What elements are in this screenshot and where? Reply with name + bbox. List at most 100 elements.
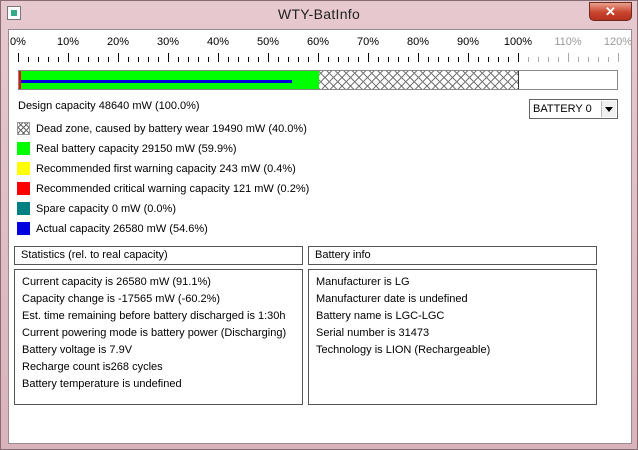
scale-tick — [338, 57, 339, 62]
battery-select-value: BATTERY 0 — [533, 103, 592, 115]
scale-tick — [318, 53, 319, 62]
battery-info-line: Battery name is LGC-LGC — [316, 310, 445, 322]
scale-tick — [88, 57, 89, 62]
percentage-scale: 0% 10% 20% 30% 40% 50% 60% 70% 80% 90% 100% 110% 120… — [9, 30, 632, 62]
statistics-header: Statistics (rel. to real capacity) — [14, 246, 303, 265]
dead-zone-segment — [318, 71, 519, 89]
scale-label: 80% — [406, 36, 430, 48]
capacity-bar — [18, 70, 618, 90]
battery-info-panel: Manufacturer is LG Manufacturer date is u… — [308, 269, 597, 405]
client-area: 0% 10% 20% 30% 40% 50% 60% 70% 80% 90% 100% 110% 120… — [8, 29, 632, 444]
scale-label: 110% — [554, 36, 582, 48]
scale-tick — [218, 53, 219, 62]
statistics-line: Battery temperature is undefined — [22, 378, 182, 390]
scale-tick — [58, 57, 59, 62]
scale-label: 90% — [456, 36, 480, 48]
scale-tick — [358, 57, 359, 62]
window-title: WTY-BatInfo — [277, 6, 361, 22]
scale-tick — [78, 57, 79, 62]
scale-tick — [368, 53, 369, 62]
scale-label: 10% — [56, 36, 80, 48]
scale-tick — [518, 53, 519, 62]
scale-label: 30% — [156, 36, 180, 48]
scale-tick — [248, 57, 249, 62]
scale-label: 60% — [306, 36, 330, 48]
legend-text: Dead zone, caused by battery wear 19490 … — [36, 123, 307, 135]
battery-info-header: Battery info — [308, 246, 597, 265]
scale-tick — [308, 57, 309, 62]
legend-text: Actual capacity 26580 mW (54.6%) — [36, 223, 208, 235]
scale-tick — [528, 57, 529, 62]
scale-tick — [348, 57, 349, 62]
scale-label: 40% — [206, 36, 230, 48]
legend-swatch — [17, 142, 30, 155]
scale-tick — [138, 57, 139, 62]
scale-tick — [428, 57, 429, 62]
scale-tick — [288, 57, 289, 62]
scale-tick — [588, 57, 589, 62]
scale-label: 100% — [503, 36, 533, 48]
scale-tick — [68, 53, 69, 62]
scale-tick — [148, 57, 149, 62]
battery-info-line: Manufacturer date is undefined — [316, 293, 468, 305]
battery-info-line: Serial number is 31473 — [316, 327, 430, 339]
scale-tick — [438, 57, 439, 62]
scale-tick — [128, 57, 129, 62]
scale-label: 0% — [10, 36, 26, 48]
statistics-line: Battery voltage is 7.9V — [22, 344, 133, 356]
scale-tick — [448, 57, 449, 62]
scale-tick — [598, 57, 599, 62]
scale-tick — [548, 57, 549, 62]
scale-tick — [498, 57, 499, 62]
scale-tick — [158, 57, 159, 62]
scale-tick — [398, 57, 399, 62]
scale-tick — [198, 57, 199, 62]
scale-tick — [608, 57, 609, 62]
scale-label: 70% — [356, 36, 380, 48]
statistics-line: Current capacity is 26580 mW (91.1%) — [22, 276, 211, 288]
scale-tick — [578, 57, 579, 62]
design-capacity-label: Design capacity 48640 mW (100.0%) — [18, 100, 200, 112]
scale-tick — [418, 53, 419, 62]
legend-swatch — [17, 222, 30, 235]
scale-tick — [558, 57, 559, 62]
scale-tick — [488, 57, 489, 62]
scale-tick — [238, 57, 239, 62]
statistics-line: Capacity change is -17565 mW (-60.2%) — [22, 293, 221, 305]
scale-tick — [378, 57, 379, 62]
scale-tick — [408, 57, 409, 62]
scale-tick — [478, 57, 479, 62]
scale-tick — [468, 53, 469, 62]
scale-tick — [48, 57, 49, 62]
close-button[interactable]: ✕ — [589, 2, 632, 21]
title-bar[interactable]: WTY-BatInfo ✕ — [1, 1, 637, 27]
chevron-down-icon[interactable] — [601, 101, 616, 117]
legend-swatch — [17, 162, 30, 175]
scale-tick — [508, 57, 509, 62]
battery-select[interactable]: BATTERY 0 — [529, 99, 618, 119]
scale-tick — [38, 57, 39, 62]
battery-info-line: Manufacturer is LG — [316, 276, 410, 288]
battery-info-line: Technology is LION (Rechargeable) — [316, 344, 491, 356]
statistics-line: Current powering mode is battery power (… — [22, 327, 287, 339]
scale-tick — [208, 57, 209, 62]
scale-tick — [28, 57, 29, 62]
legend-text: Spare capacity 0 mW (0.0%) — [36, 203, 176, 215]
scale-tick — [568, 53, 569, 62]
scale-tick — [98, 57, 99, 62]
scale-tick — [278, 57, 279, 62]
scale-label: 20% — [106, 36, 130, 48]
scale-tick — [228, 57, 229, 62]
scale-tick — [258, 57, 259, 62]
app-window: WTY-BatInfo ✕ 0% 10% 20% 30% 40% 50% 60% 70% 80%… — [0, 0, 638, 450]
scale-tick — [118, 53, 119, 62]
scale-tick — [188, 57, 189, 62]
scale-tick — [268, 53, 269, 62]
statistics-panel: Current capacity is 26580 mW (91.1%) Capa… — [14, 269, 303, 405]
legend-text: Recommended first warning capacity 243 m… — [36, 163, 296, 175]
scale-tick — [388, 57, 389, 62]
scale-tick — [108, 57, 109, 62]
legend-text: Real battery capacity 29150 mW (59.9%) — [36, 143, 237, 155]
scale-tick — [298, 57, 299, 62]
scale-tick — [168, 53, 169, 62]
